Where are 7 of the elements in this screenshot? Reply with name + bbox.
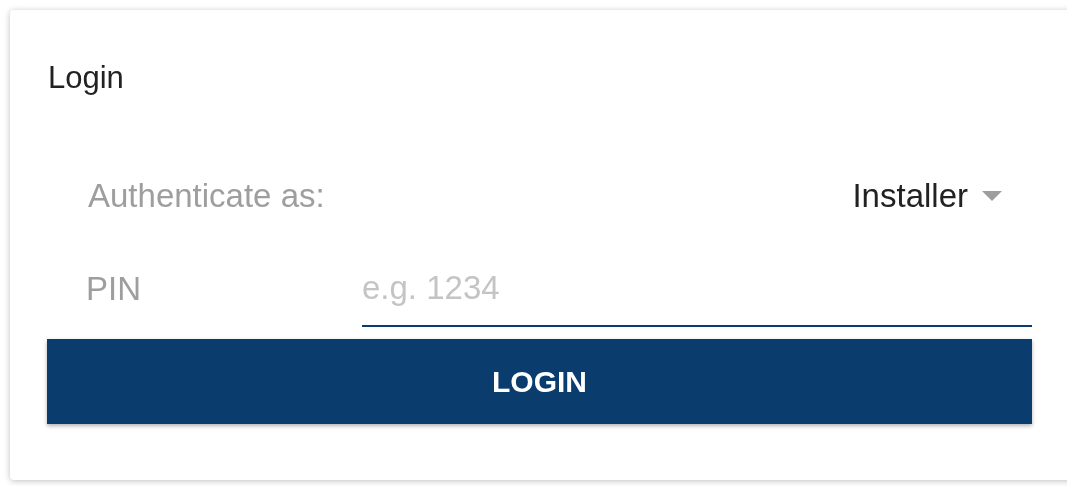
role-dropdown[interactable]: Installer xyxy=(852,171,1002,221)
field-label: Authenticate as: xyxy=(88,176,325,217)
field-label: PIN xyxy=(86,269,142,310)
pin-field[interactable]: e.g. 1234 xyxy=(362,251,1032,327)
card-title: Login xyxy=(48,60,125,96)
login-button[interactable]: LOGIN xyxy=(47,339,1032,424)
caret-icon xyxy=(982,191,1002,201)
